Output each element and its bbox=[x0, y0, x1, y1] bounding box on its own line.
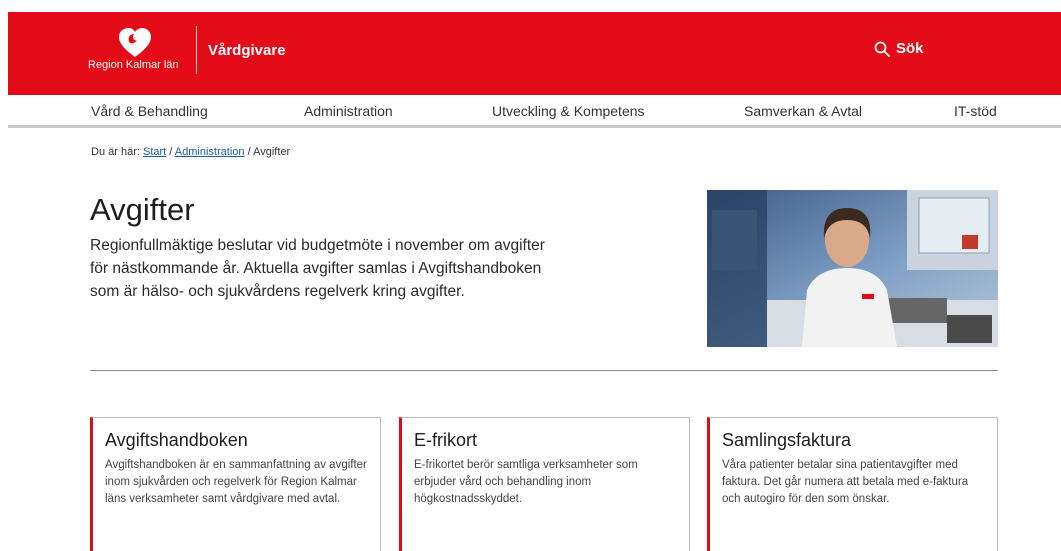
breadcrumb: Du är här: Start / Administration / Avgi… bbox=[91, 146, 290, 158]
main-navigation: Vård & Behandling Administration Utveckl… bbox=[8, 95, 1061, 128]
site-header: Region Kalmar län Vårdgivare Sök bbox=[8, 12, 1061, 95]
header-divider bbox=[196, 26, 197, 74]
page-title: Avgifter bbox=[90, 192, 195, 227]
search-icon bbox=[874, 41, 890, 57]
nav-item-utveckling-kompetens[interactable]: Utveckling & Kompetens bbox=[492, 103, 645, 119]
card-title: Avgiftshandboken bbox=[105, 430, 248, 450]
card-fade bbox=[93, 506, 380, 551]
nav-item-it-stod[interactable]: IT-stöd bbox=[954, 103, 997, 119]
breadcrumb-link-administration[interactable]: Administration bbox=[175, 146, 245, 158]
site-name[interactable]: Vårdgivare bbox=[208, 42, 286, 59]
nav-item-administration[interactable]: Administration bbox=[304, 103, 393, 119]
breadcrumb-separator: / bbox=[247, 146, 251, 158]
nav-item-vard-behandling[interactable]: Vård & Behandling bbox=[91, 103, 208, 119]
breadcrumb-link-start[interactable]: Start bbox=[143, 146, 166, 158]
card-text: Avgiftshandboken är en sammanfattning av… bbox=[105, 459, 367, 505]
logo-text: Region Kalmar län bbox=[88, 59, 179, 71]
search-button[interactable]: Sök bbox=[874, 40, 924, 57]
region-logo[interactable]: Region Kalmar län bbox=[88, 27, 188, 77]
section-divider bbox=[90, 370, 998, 371]
card-text: E-frikortet berör samtliga verksamheter … bbox=[414, 459, 638, 505]
card-title: E-frikort bbox=[414, 430, 477, 450]
heart-logo-icon bbox=[119, 28, 151, 57]
card-title: Samlingsfaktura bbox=[722, 430, 852, 450]
nav-item-samverkan-avtal[interactable]: Samverkan & Avtal bbox=[744, 103, 862, 119]
card-e-frikort[interactable]: E-frikort E-frikortet berör samtliga ver… bbox=[399, 417, 690, 551]
search-label: Sök bbox=[896, 40, 924, 57]
card-samlingsfaktura[interactable]: Samlingsfaktura Våra patienter betalar s… bbox=[707, 417, 998, 551]
breadcrumb-prefix: Du är här: bbox=[91, 146, 140, 158]
breadcrumb-current: Avgifter bbox=[253, 146, 291, 158]
card-text: Våra patienter betalar sina patientavgif… bbox=[722, 459, 969, 505]
hero-image bbox=[707, 190, 998, 347]
card-avgiftshandboken[interactable]: Avgiftshandboken Avgiftshandboken är en … bbox=[90, 417, 381, 551]
page-intro: Regionfullmäktige beslutar vid budgetmöt… bbox=[90, 237, 545, 300]
breadcrumb-separator: / bbox=[169, 146, 173, 158]
